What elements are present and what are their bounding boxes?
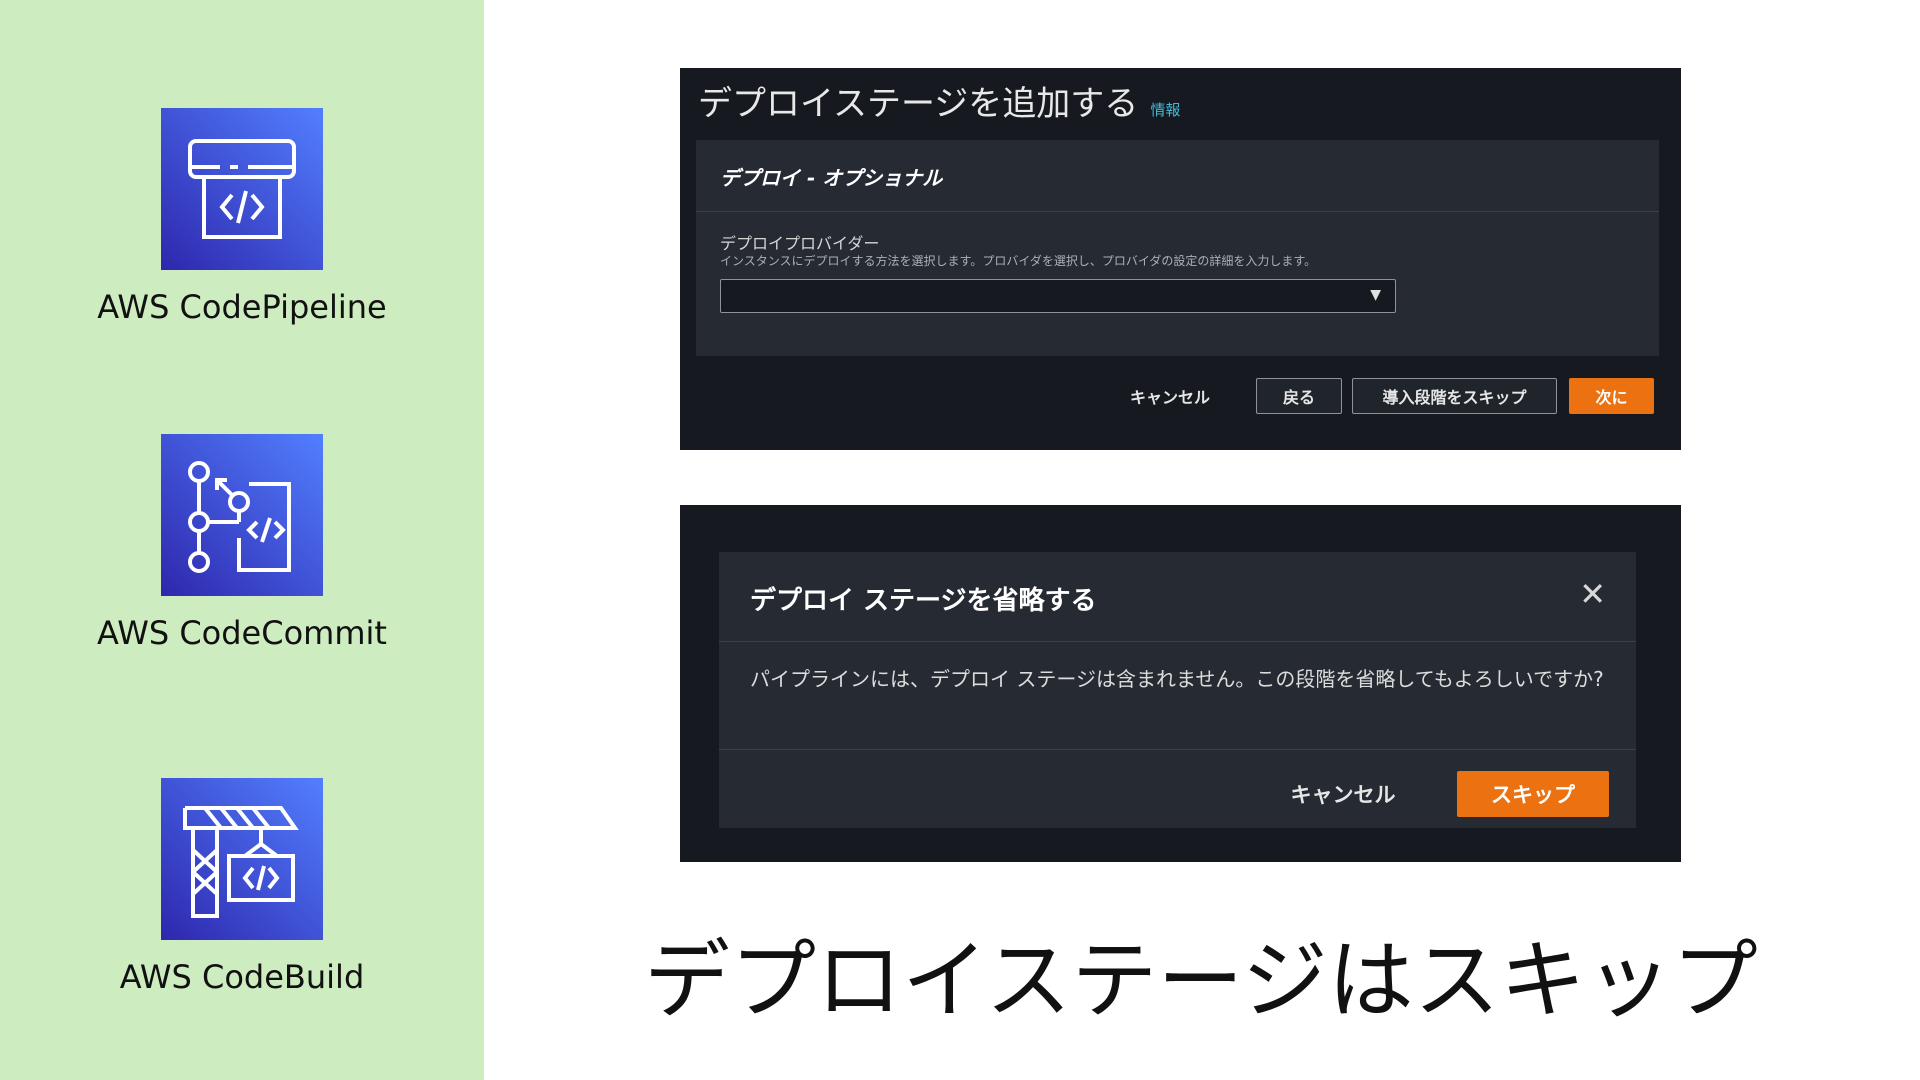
service-codebuild: AWS CodeBuild xyxy=(0,778,484,996)
section-title: デプロイ - オプショナル xyxy=(696,140,1659,212)
service-label: AWS CodeCommit xyxy=(97,614,387,652)
cancel-button[interactable]: キャンセル xyxy=(1110,378,1230,414)
service-codecommit: AWS CodeCommit xyxy=(0,434,484,652)
back-button[interactable]: 戻る xyxy=(1256,378,1342,414)
page-title: デプロイステージを追加する 情報 xyxy=(698,76,1180,125)
provider-label: デプロイプロバイダー xyxy=(720,234,880,253)
services-sidebar: AWS CodePipeline AWS CodeCommit AWS Code… xyxy=(0,0,484,1080)
codecommit-icon xyxy=(161,434,323,596)
skip-deploy-modal: デプロイ ステージを省略する ✕ パイプラインには、デプロイ ステージは含まれま… xyxy=(719,552,1636,828)
deploy-section-card: デプロイ - オプショナル デプロイプロバイダー インスタンスにデプロイする方法… xyxy=(696,140,1659,356)
modal-skip-button[interactable]: スキップ xyxy=(1457,771,1609,817)
modal-title: デプロイ ステージを省略する xyxy=(750,586,1097,616)
modal-cancel-button[interactable]: キャンセル xyxy=(1281,771,1405,817)
page-title-text: デプロイステージを追加する xyxy=(698,84,1139,124)
next-button[interactable]: 次に xyxy=(1569,378,1654,414)
caret-down-icon: ▼ xyxy=(1370,287,1381,303)
skip-dialog-panel: デプロイ ステージを省略する ✕ パイプラインには、デプロイ ステージは含まれま… xyxy=(680,505,1681,862)
slide-caption: デプロイステージはスキップ xyxy=(644,931,1758,1031)
skip-deploy-stage-button[interactable]: 導入段階をスキップ xyxy=(1352,378,1557,414)
service-codepipeline: AWS CodePipeline xyxy=(0,108,484,326)
codebuild-icon xyxy=(161,778,323,940)
service-label: AWS CodeBuild xyxy=(119,958,365,996)
deploy-provider-select[interactable]: ▼ xyxy=(720,279,1396,313)
provider-description: インスタンスにデプロイする方法を選択します。プロバイダを選択し、プロバイダの設定… xyxy=(720,254,1317,268)
add-deploy-stage-panel: デプロイステージを追加する 情報 デプロイ - オプショナル デプロイプロバイダー… xyxy=(680,68,1681,450)
modal-message: パイプラインには、デプロイ ステージは含まれません。この段階を省略してもよろしい… xyxy=(719,642,1636,750)
close-icon[interactable]: ✕ xyxy=(1579,578,1606,610)
info-link[interactable]: 情報 xyxy=(1150,101,1180,119)
service-label: AWS CodePipeline xyxy=(97,288,387,326)
codepipeline-icon xyxy=(161,108,323,270)
modal-header: デプロイ ステージを省略する ✕ xyxy=(719,552,1636,642)
